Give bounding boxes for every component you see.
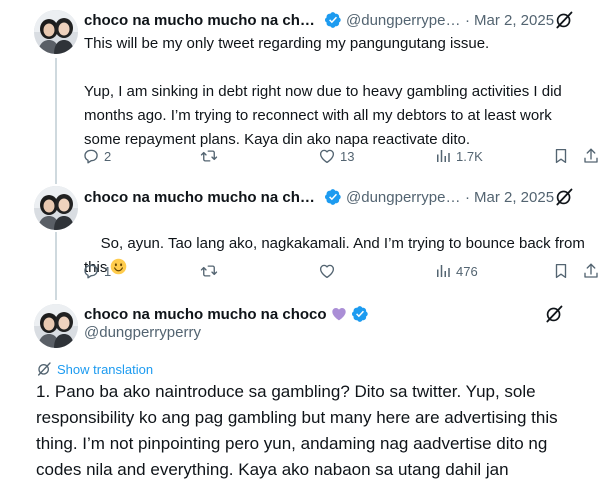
- avatar[interactable]: [34, 186, 78, 230]
- grok-icon[interactable]: [554, 10, 574, 30]
- like-button[interactable]: [318, 261, 340, 281]
- like-count: 13: [340, 148, 355, 164]
- repost-icon: [200, 262, 218, 280]
- tweet[interactable]: choco na mucho mucho na choco @dungperry…: [0, 181, 600, 296]
- author-name[interactable]: choco na mucho mucho na choco: [84, 306, 327, 323]
- tweet-header: choco na mucho mucho na choco @dungperry…: [84, 187, 590, 207]
- tweet-text: This will be my only tweet regarding my …: [84, 35, 562, 148]
- reply-count: 1: [104, 263, 112, 279]
- tweet-date[interactable]: Mar 2, 2025: [474, 189, 554, 206]
- verified-badge-icon: [351, 305, 369, 323]
- show-translation-label: Show translation: [57, 361, 154, 377]
- reply-button[interactable]: 1: [82, 261, 111, 281]
- bookmark-button[interactable]: [552, 146, 570, 166]
- repost-button[interactable]: [200, 146, 222, 166]
- repost-icon: [200, 147, 218, 165]
- views-icon: [434, 262, 452, 280]
- share-icon: [582, 147, 600, 165]
- views-icon: [434, 147, 452, 165]
- show-translation-link[interactable]: Show translation: [36, 361, 153, 377]
- share-icon: [582, 262, 600, 280]
- reply-count: 2: [104, 148, 112, 164]
- avatar[interactable]: [34, 10, 78, 54]
- verified-badge-icon: [324, 188, 342, 206]
- bookmark-button[interactable]: [552, 261, 570, 281]
- author-name[interactable]: choco na mucho mucho na choco: [84, 12, 320, 29]
- grok-icon[interactable]: [544, 304, 564, 324]
- author-handle[interactable]: @dungperryperry: [346, 189, 461, 206]
- like-icon: [318, 262, 336, 280]
- author-name[interactable]: choco na mucho mucho na choco: [84, 189, 320, 206]
- tweet-text: 1. Pano ba ako naintroduce sa gambling? …: [36, 382, 558, 479]
- tweet-text: So, ayun. Tao lang ako, nagkakamali. And…: [84, 208, 588, 304]
- share-button[interactable]: [582, 261, 600, 281]
- author-handle[interactable]: @dungperryperry: [84, 324, 201, 341]
- purple-heart-emoji-icon: [331, 306, 347, 322]
- grok-icon[interactable]: [554, 187, 574, 207]
- separator-dot: ·: [465, 188, 470, 206]
- reply-icon: [82, 147, 100, 165]
- view-count: 1.7K: [456, 148, 483, 164]
- separator-dot: ·: [465, 11, 470, 29]
- like-button[interactable]: 13: [318, 146, 354, 166]
- tweet-header: choco na mucho mucho na choco @dungperry…: [84, 10, 590, 30]
- tweet-actions: 2 13 1.7K: [82, 146, 600, 166]
- share-button[interactable]: [582, 146, 600, 166]
- tweet-date[interactable]: Mar 2, 2025: [474, 12, 554, 29]
- tweet-header: choco na mucho mucho na choco: [84, 304, 590, 324]
- bookmark-icon: [552, 147, 570, 165]
- view-count: 476: [456, 263, 478, 279]
- reply-icon: [82, 262, 100, 280]
- reply-button[interactable]: 2: [82, 146, 111, 166]
- translate-icon: [36, 361, 52, 377]
- author-handle[interactable]: @dungperryperry: [346, 12, 461, 29]
- views-button[interactable]: 1.7K: [434, 146, 483, 166]
- repost-button[interactable]: [200, 261, 222, 281]
- like-icon: [318, 147, 336, 165]
- verified-badge-icon: [324, 11, 342, 29]
- avatar[interactable]: [34, 304, 78, 348]
- tweet[interactable]: choco na mucho mucho na choco @dungperry…: [0, 0, 600, 181]
- bookmark-icon: [552, 262, 570, 280]
- views-button[interactable]: 476: [434, 261, 478, 281]
- tweet-actions: 1 476: [82, 261, 600, 281]
- focused-tweet[interactable]: choco na mucho mucho na choco @dungperry…: [0, 296, 600, 491]
